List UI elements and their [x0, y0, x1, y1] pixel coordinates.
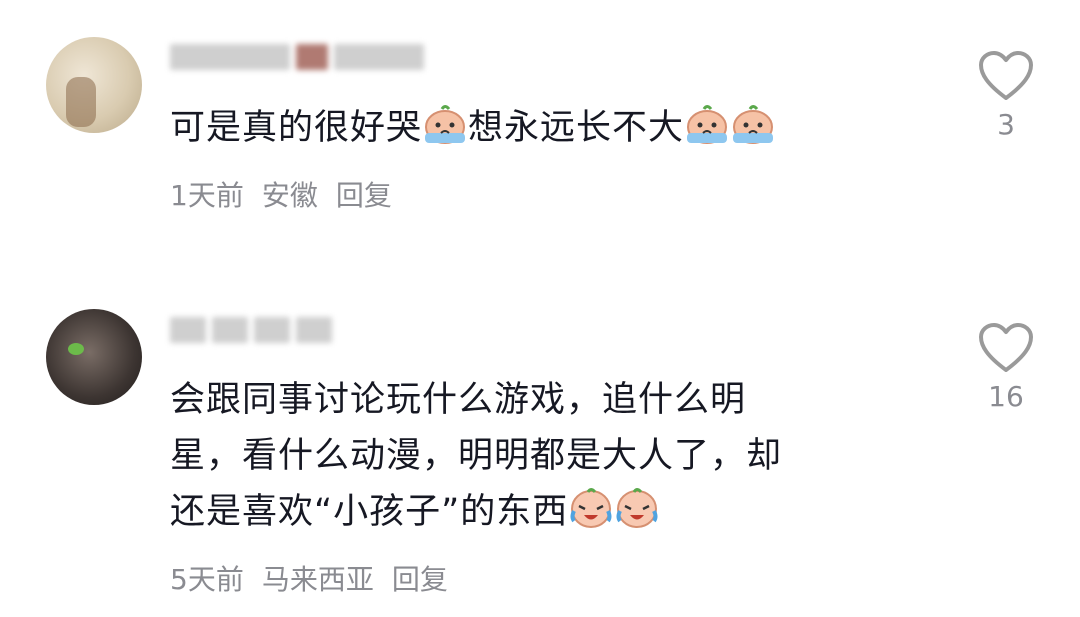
- crying-bun-emoji-icon: [425, 105, 466, 144]
- crying-bun-emoji-icon: [733, 105, 774, 144]
- comment-text-line-last: 还是喜欢“小孩子”的东西: [170, 484, 782, 540]
- heart-outline-icon[interactable]: [977, 50, 1035, 102]
- comment-text-line: 会跟同事讨论玩什么游戏，追什么明: [170, 380, 747, 420]
- comment-text: 会跟同事讨论玩什么游戏，追什么明 星，看什么动漫，明明都是大人了，却 还是喜欢“…: [170, 372, 782, 540]
- comment-text-part: 可是真的很好哭: [170, 108, 423, 148]
- heart-outline-icon[interactable]: [977, 322, 1035, 374]
- reply-button[interactable]: 回复: [336, 174, 392, 214]
- crying-laugh-emoji-icon: [570, 488, 612, 528]
- reply-button[interactable]: 回复: [392, 558, 448, 598]
- comment-location: 安徽: [261, 179, 318, 212]
- crying-laugh-emoji-icon: [616, 488, 658, 528]
- comment-time: 1天前: [170, 179, 244, 212]
- username-blurred[interactable]: [170, 40, 424, 74]
- comment-meta: 1天前 安徽 回复: [170, 174, 392, 214]
- avatar[interactable]: [46, 37, 142, 133]
- comment-text: 可是真的很好哭 想永远长不大: [170, 100, 776, 156]
- crying-bun-emoji-icon: [687, 105, 728, 144]
- comment-time: 5天前: [170, 563, 244, 596]
- like-button[interactable]: 16: [970, 322, 1042, 413]
- like-count: 3: [997, 108, 1015, 141]
- comment-location: 马来西亚: [261, 563, 374, 596]
- comment-text-line: 星，看什么动漫，明明都是大人了，却: [170, 436, 783, 476]
- avatar[interactable]: [46, 309, 142, 405]
- comment-meta: 5天前 马来西亚 回复: [170, 558, 448, 598]
- comment-text-part: 还是喜欢“小孩子”的东西: [170, 492, 569, 532]
- like-button[interactable]: 3: [970, 50, 1042, 141]
- like-count: 16: [988, 380, 1024, 413]
- username-blurred[interactable]: [170, 313, 332, 347]
- comment-text-part: 想永远长不大: [468, 108, 685, 148]
